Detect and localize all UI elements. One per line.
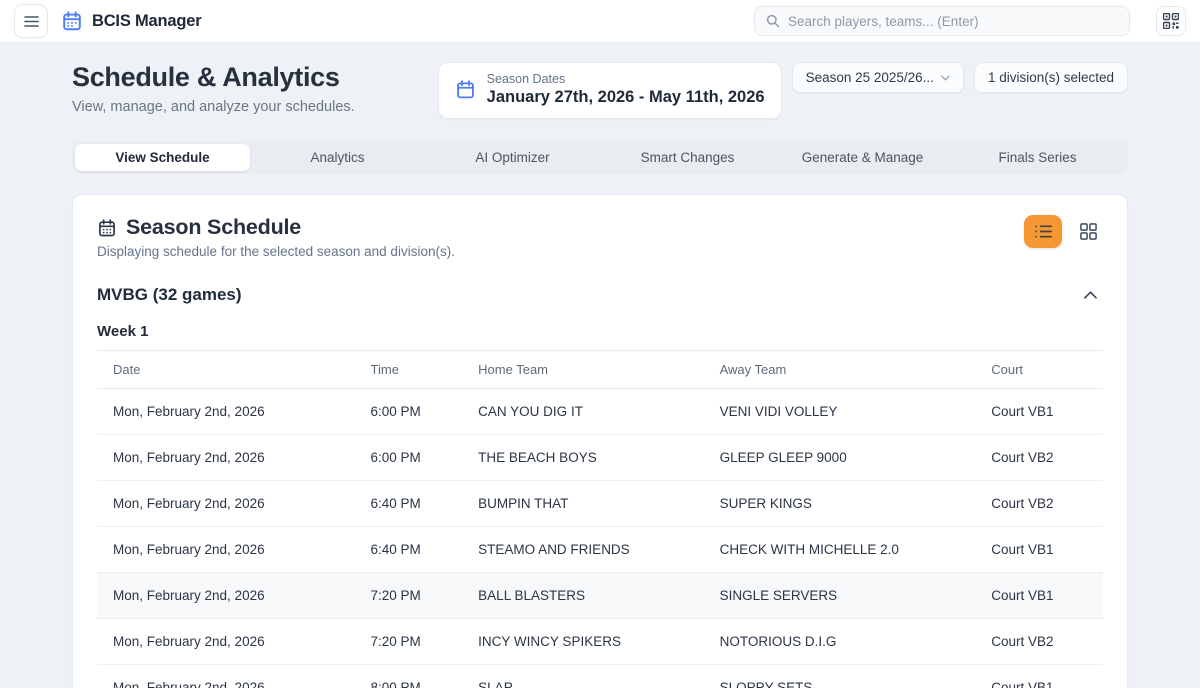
season-dates-calendar-icon (455, 79, 476, 100)
grid-view-button[interactable] (1073, 217, 1103, 247)
cell-court: Court VB1 (975, 665, 1103, 688)
table-row[interactable]: Mon, February 2nd, 2026 6:00 PM CAN YOU … (97, 389, 1103, 435)
cell-date: Mon, February 2nd, 2026 (97, 435, 355, 481)
search-icon (766, 14, 780, 28)
app-title: BCIS Manager (92, 12, 201, 31)
cell-time: 6:00 PM (355, 435, 463, 481)
season-schedule-card: Season Schedule Displaying schedule for … (72, 194, 1128, 688)
division-select[interactable]: 1 division(s) selected (974, 62, 1128, 93)
cell-home-team: BUMPIN THAT (462, 481, 703, 527)
cell-home-team: SLAP (462, 665, 703, 688)
cell-time: 8:00 PM (355, 665, 463, 688)
tab-generate-manage[interactable]: Generate & Manage (775, 144, 950, 171)
col-time: Time (355, 351, 463, 389)
chevron-up-icon (1084, 291, 1097, 299)
table-row[interactable]: Mon, February 2nd, 2026 6:00 PM THE BEAC… (97, 435, 1103, 481)
cell-home-team: BALL BLASTERS (462, 573, 703, 619)
schedule-table: Date Time Home Team Away Team Court Mon,… (97, 350, 1103, 688)
cell-time: 6:00 PM (355, 389, 463, 435)
search-input[interactable] (788, 14, 1118, 29)
tab-analytics[interactable]: Analytics (250, 144, 425, 171)
division-group-title: MVBG (32 games) (97, 285, 242, 305)
cell-time: 6:40 PM (355, 481, 463, 527)
cell-court: Court VB1 (975, 389, 1103, 435)
cell-date: Mon, February 2nd, 2026 (97, 527, 355, 573)
cell-home-team: THE BEACH BOYS (462, 435, 703, 481)
season-select-value: Season 25 2025/26... (806, 70, 934, 85)
collapse-section-button[interactable] (1078, 289, 1103, 301)
view-toggle (1024, 215, 1103, 248)
card-subtitle: Displaying schedule for the selected sea… (97, 244, 455, 259)
page-content: Schedule & Analytics View, manage, and a… (0, 43, 1200, 688)
tab-view-schedule[interactable]: View Schedule (75, 144, 250, 171)
cell-court: Court VB1 (975, 527, 1103, 573)
cell-time: 7:20 PM (355, 573, 463, 619)
col-date: Date (97, 351, 355, 389)
week-title: Week 1 (97, 323, 1103, 340)
cell-away-team: NOTORIOUS D.I.G (704, 619, 976, 665)
page-title: Schedule & Analytics (72, 62, 355, 93)
cell-away-team: VENI VIDI VOLLEY (704, 389, 976, 435)
season-dates-card: Season Dates January 27th, 2026 - May 11… (438, 62, 782, 119)
cell-date: Mon, February 2nd, 2026 (97, 389, 355, 435)
cell-away-team: SLOPPY SETS (704, 665, 976, 688)
tab-finals-series[interactable]: Finals Series (950, 144, 1125, 171)
table-row[interactable]: Mon, February 2nd, 2026 6:40 PM STEAMO A… (97, 527, 1103, 573)
qr-code-icon (1163, 13, 1179, 29)
table-row[interactable]: Mon, February 2nd, 2026 7:20 PM INCY WIN… (97, 619, 1103, 665)
cell-time: 7:20 PM (355, 619, 463, 665)
search-box[interactable] (754, 6, 1130, 36)
cell-time: 6:40 PM (355, 527, 463, 573)
cell-home-team: INCY WINCY SPIKERS (462, 619, 703, 665)
season-select[interactable]: Season 25 2025/26... (792, 62, 964, 93)
cell-home-team: STEAMO AND FRIENDS (462, 527, 703, 573)
cell-away-team: SINGLE SERVERS (704, 573, 976, 619)
cell-court: Court VB2 (975, 619, 1103, 665)
tab-ai-optimizer[interactable]: AI Optimizer (425, 144, 600, 171)
hamburger-icon (24, 15, 39, 28)
col-home-team: Home Team (462, 351, 703, 389)
tab-smart-changes[interactable]: Smart Changes (600, 144, 775, 171)
schedule-calendar-icon (97, 218, 117, 238)
division-select-value: 1 division(s) selected (988, 70, 1114, 85)
cell-court: Court VB2 (975, 435, 1103, 481)
scan-button[interactable] (1156, 6, 1186, 36)
season-dates-value: January 27th, 2026 - May 11th, 2026 (487, 88, 765, 107)
card-title: Season Schedule (126, 215, 301, 240)
table-header-row: Date Time Home Team Away Team Court (97, 351, 1103, 389)
list-view-button[interactable] (1024, 215, 1062, 248)
table-row[interactable]: Mon, February 2nd, 2026 8:00 PM SLAP SLO… (97, 665, 1103, 688)
table-row[interactable]: Mon, February 2nd, 2026 6:40 PM BUMPIN T… (97, 481, 1103, 527)
brand: BCIS Manager (61, 10, 201, 32)
cell-away-team: CHECK WITH MICHELLE 2.0 (704, 527, 976, 573)
cell-date: Mon, February 2nd, 2026 (97, 573, 355, 619)
page-subtitle: View, manage, and analyze your schedules… (72, 99, 355, 115)
grid-icon (1080, 223, 1097, 240)
table-row[interactable]: Mon, February 2nd, 2026 7:20 PM BALL BLA… (97, 573, 1103, 619)
cell-away-team: GLEEP GLEEP 9000 (704, 435, 976, 481)
app-bar: BCIS Manager (0, 0, 1200, 43)
menu-button[interactable] (14, 4, 48, 38)
chevron-down-icon (941, 75, 950, 81)
col-away-team: Away Team (704, 351, 976, 389)
page-header: Schedule & Analytics View, manage, and a… (72, 62, 355, 115)
brand-calendar-icon (61, 10, 83, 32)
cell-date: Mon, February 2nd, 2026 (97, 481, 355, 527)
cell-court: Court VB2 (975, 481, 1103, 527)
cell-home-team: CAN YOU DIG IT (462, 389, 703, 435)
cell-date: Mon, February 2nd, 2026 (97, 619, 355, 665)
col-court: Court (975, 351, 1103, 389)
tab-bar: View Schedule Analytics AI Optimizer Sma… (72, 141, 1128, 174)
cell-court: Court VB1 (975, 573, 1103, 619)
list-icon (1035, 224, 1052, 239)
cell-away-team: SUPER KINGS (704, 481, 976, 527)
cell-date: Mon, February 2nd, 2026 (97, 665, 355, 688)
season-dates-label: Season Dates (487, 72, 765, 86)
